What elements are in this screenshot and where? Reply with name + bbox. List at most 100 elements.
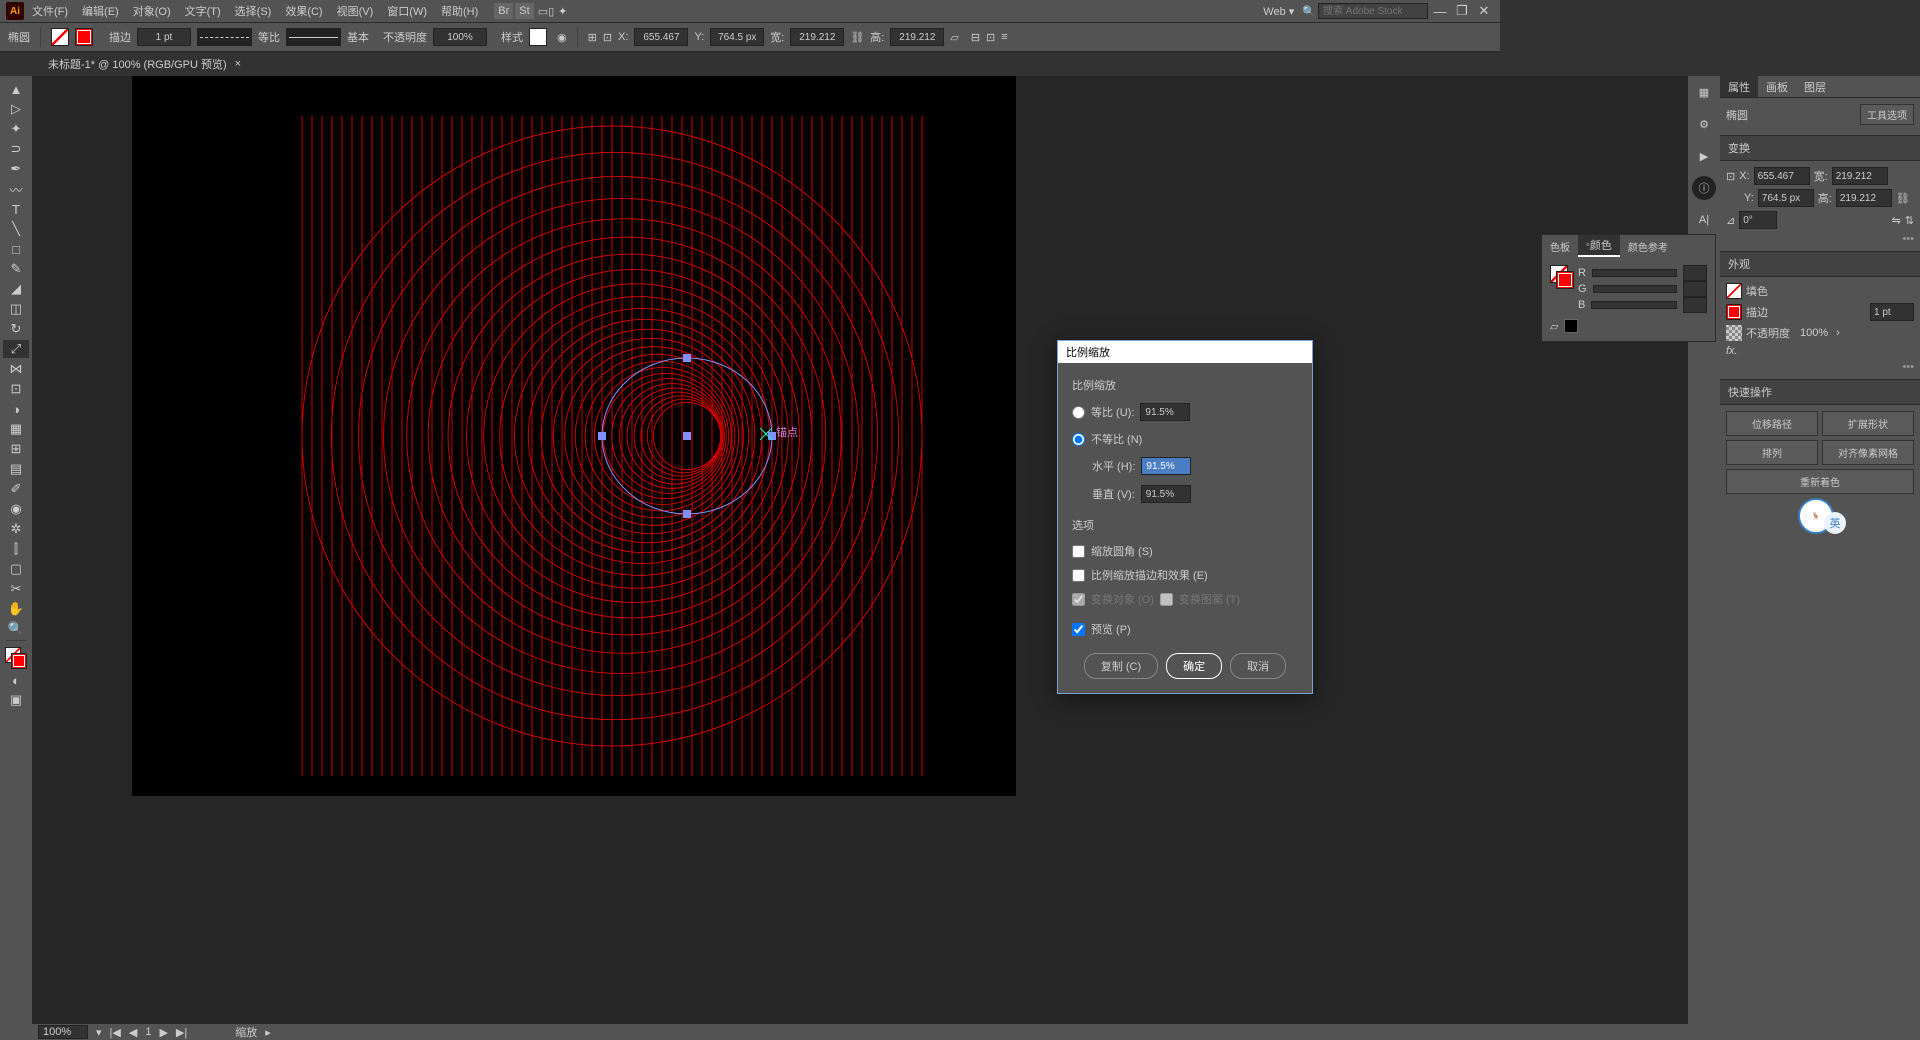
radio-uniform[interactable]	[1072, 406, 1085, 419]
lock-aspect-icon[interactable]: ⛓	[1896, 192, 1910, 205]
h-input[interactable]	[890, 28, 944, 46]
b-slider[interactable]	[1591, 301, 1677, 309]
fx-button[interactable]: fx.	[1726, 345, 1914, 357]
color-stroke-swatch[interactable]	[1556, 271, 1574, 289]
link-wh-icon[interactable]: ⛓	[850, 31, 864, 44]
shape-icon[interactable]: ▱	[950, 31, 958, 44]
x-input[interactable]	[634, 28, 688, 46]
menu-edit[interactable]: 编辑(E)	[76, 3, 125, 19]
character-icon[interactable]: A|	[1692, 208, 1716, 232]
nav-last-icon[interactable]: ▶|	[176, 1026, 187, 1039]
menu-select[interactable]: 选择(S)	[229, 3, 278, 19]
eraser-tool[interactable]: ◫	[3, 300, 29, 318]
menu-view[interactable]: 视图(V)	[331, 3, 380, 19]
lasso-tool[interactable]: ⊃	[3, 140, 29, 158]
vertical-value-input[interactable]	[1141, 485, 1191, 503]
rectangle-tool[interactable]: □	[3, 240, 29, 258]
prop-fill-swatch[interactable]	[1726, 283, 1742, 299]
g-value[interactable]	[1683, 281, 1707, 297]
workspace-selector[interactable]: Web ▾	[1257, 5, 1300, 18]
prop-angle-input[interactable]	[1739, 211, 1777, 229]
tab-properties[interactable]: 属性	[1720, 76, 1758, 97]
prop-y-input[interactable]	[1758, 189, 1814, 207]
reference-point-icon[interactable]: ⊡	[1726, 170, 1735, 183]
stroke-weight-input[interactable]	[137, 28, 191, 46]
type-tool[interactable]: T	[3, 200, 29, 218]
opacity-arrow-icon[interactable]: ›	[1836, 327, 1840, 339]
panel-icon[interactable]: ⊡	[986, 31, 995, 44]
libraries-icon[interactable]: ▦	[1692, 80, 1716, 104]
copy-button[interactable]: 复制 (C)	[1084, 653, 1158, 679]
dock-icon[interactable]: ⊟	[971, 31, 980, 44]
check-scale-corners[interactable]	[1072, 545, 1085, 558]
horizontal-value-input[interactable]	[1141, 457, 1191, 475]
shape-builder-tool[interactable]: ◑	[3, 400, 29, 418]
tab-color-guide[interactable]: 颜色参考	[1620, 235, 1676, 257]
prop-stroke-weight[interactable]	[1870, 303, 1914, 321]
bridge-icon[interactable]: Br	[494, 3, 513, 19]
tab-color[interactable]: ◦颜色	[1578, 235, 1620, 257]
tool-options-button[interactable]: 工具选项	[1860, 104, 1914, 125]
nav-next-icon[interactable]: ▶	[159, 1026, 167, 1039]
symbol-sprayer-tool[interactable]: ✲	[3, 520, 29, 538]
quick-align-pixel[interactable]: 对齐像素网格	[1822, 440, 1914, 465]
hand-tool[interactable]: ✋	[3, 600, 29, 618]
stroke-profile[interactable]	[197, 28, 252, 46]
width-tool[interactable]: ⋈	[3, 360, 29, 378]
mesh-tool[interactable]: ⊞	[3, 440, 29, 458]
direct-selection-tool[interactable]: ▷	[3, 100, 29, 118]
opacity-input[interactable]	[433, 28, 487, 46]
menu-window[interactable]: 窗口(W)	[381, 3, 433, 19]
check-preview[interactable]	[1072, 623, 1085, 636]
brush-swatch[interactable]	[286, 28, 341, 46]
shaper-tool[interactable]: ◢	[3, 280, 29, 298]
window-close[interactable]: ✕	[1474, 3, 1494, 19]
color-mode-icon[interactable]: ◐	[3, 671, 29, 689]
curvature-tool[interactable]: 〰	[3, 180, 29, 198]
black-swatch[interactable]	[1564, 319, 1578, 333]
check-scale-strokes[interactable]	[1072, 569, 1085, 582]
recolor-icon[interactable]: ◉	[557, 31, 567, 44]
ime-indicator[interactable]: 🦌 英	[1798, 498, 1834, 534]
menu-type[interactable]: 文字(T)	[179, 3, 227, 19]
b-value[interactable]	[1683, 297, 1707, 313]
blend-tool[interactable]: ◉	[3, 500, 29, 518]
line-tool[interactable]: ╲	[3, 220, 29, 238]
stock-icon[interactable]: St	[515, 3, 533, 19]
quick-expand-shape[interactable]: 扩展形状	[1822, 411, 1914, 436]
tab-artboards[interactable]: 画板	[1758, 76, 1796, 97]
quick-recolor[interactable]: 重新着色	[1726, 469, 1914, 494]
window-maximize[interactable]: ❐	[1452, 3, 1472, 19]
fill-stroke-swatches[interactable]	[5, 647, 27, 669]
search-icon[interactable]: 🔍	[1302, 5, 1316, 18]
artboard-tool[interactable]: ▢	[3, 560, 29, 578]
prop-w-input[interactable]	[1832, 167, 1888, 185]
uniform-value-input[interactable]	[1140, 403, 1190, 421]
nav-first-icon[interactable]: |◀	[110, 1026, 121, 1039]
menu-object[interactable]: 对象(O)	[127, 3, 177, 19]
canvas[interactable]: 锚点	[32, 76, 1688, 1024]
perspective-tool[interactable]: ▦	[3, 420, 29, 438]
r-value[interactable]	[1683, 265, 1707, 281]
stroke-swatch[interactable]	[75, 28, 93, 46]
stock-search-input[interactable]	[1318, 3, 1428, 19]
links-icon[interactable]: ⓘ	[1692, 176, 1716, 200]
actions-icon[interactable]: ▶	[1692, 144, 1716, 168]
slice-tool[interactable]: ✂	[3, 580, 29, 598]
menu-help[interactable]: 帮助(H)	[435, 3, 484, 19]
free-transform-tool[interactable]: ⊡	[3, 380, 29, 398]
nav-prev-icon[interactable]: ◀	[129, 1026, 137, 1039]
tab-layers[interactable]: 图层	[1796, 76, 1834, 97]
quick-offset-path[interactable]: 位移路径	[1726, 411, 1818, 436]
fill-swatch[interactable]	[51, 28, 69, 46]
magic-wand-tool[interactable]: ✦	[3, 120, 29, 138]
transform-icon[interactable]: ⊡	[603, 31, 612, 44]
align-icon[interactable]: ⊞	[588, 31, 597, 44]
radio-nonuniform[interactable]	[1072, 433, 1085, 446]
selection-tool[interactable]: ▲	[3, 80, 29, 98]
prop-x-input[interactable]	[1754, 167, 1810, 185]
prop-h-input[interactable]	[1836, 189, 1892, 207]
scale-tool[interactable]: ⤢	[3, 340, 29, 358]
spectrum-icon[interactable]: ▱	[1550, 320, 1558, 333]
gpu-icon[interactable]: ✦	[558, 5, 567, 18]
